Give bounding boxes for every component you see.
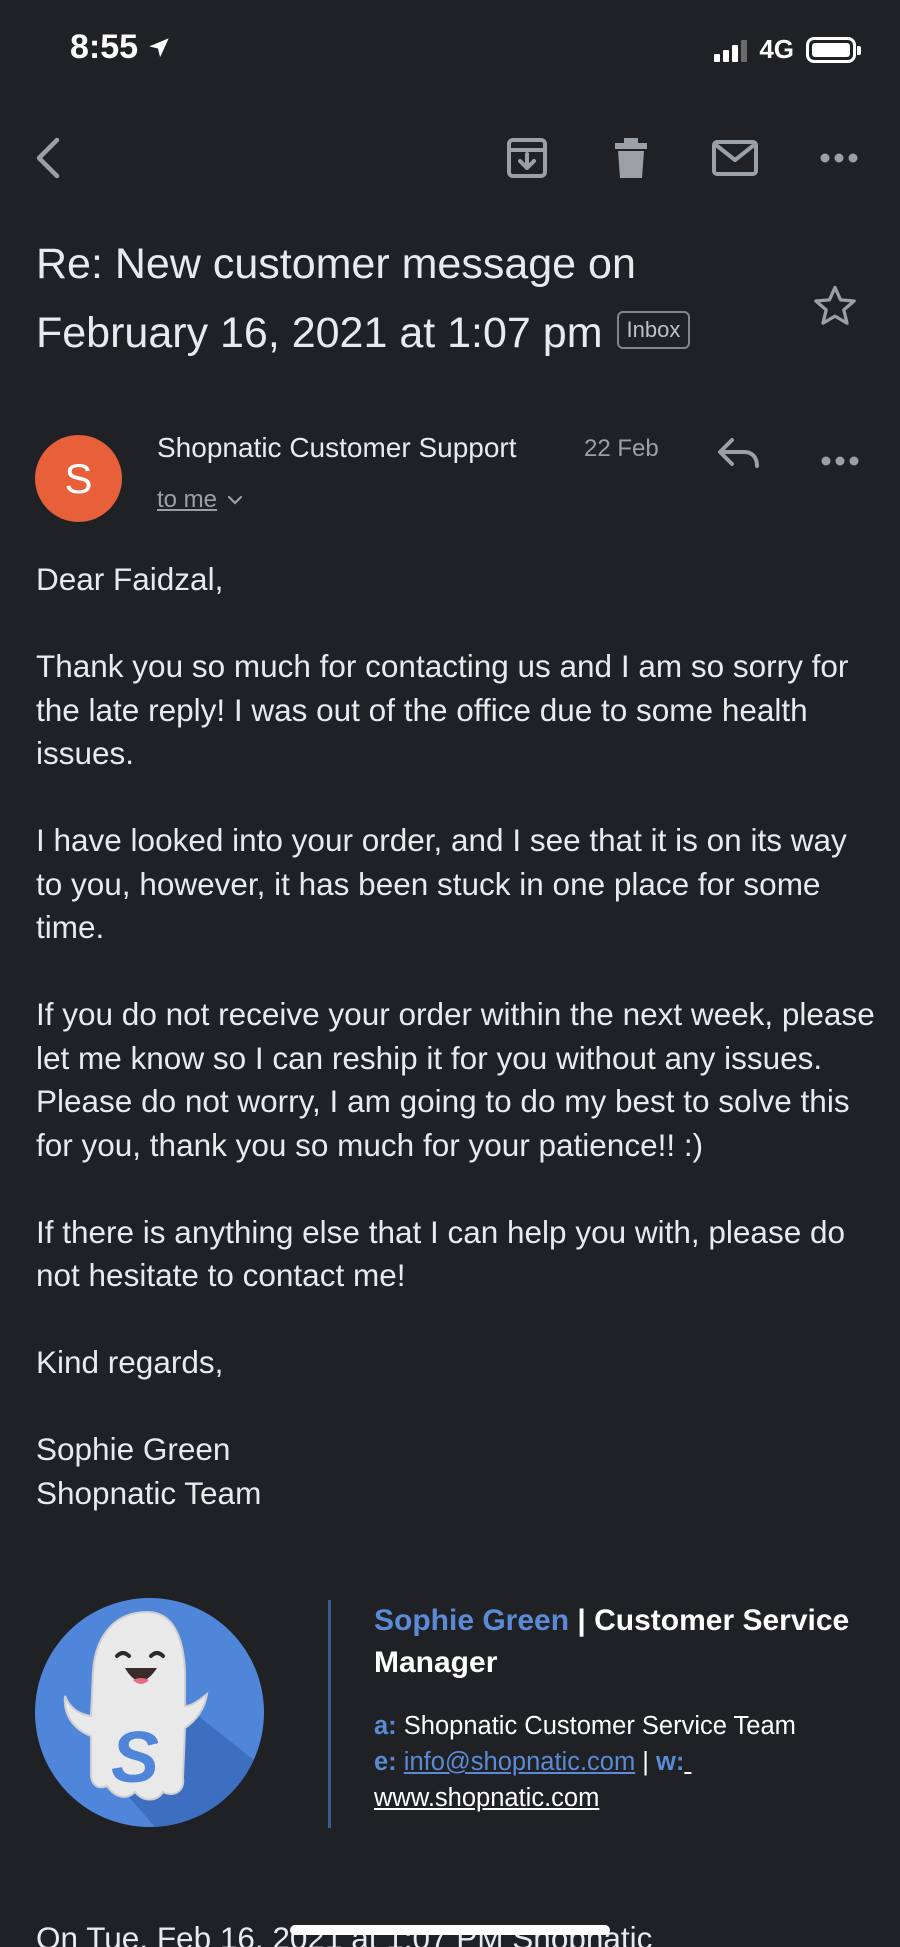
status-time: 8:55 [70, 28, 172, 67]
clock-text: 8:55 [70, 28, 139, 66]
back-button[interactable] [18, 128, 78, 188]
closing-team: Shopnatic Team [36, 1474, 262, 1511]
body-paragraph: Dear Faidzal, [36, 561, 224, 597]
signature-contact-line: e: info@shopnatic.com | w: [374, 1744, 874, 1780]
cellular-signal-icon [714, 38, 748, 62]
logo-letter: S [111, 1718, 159, 1798]
reply-icon [718, 438, 759, 468]
email-subject: Re: New customer message on February 16,… [36, 230, 816, 368]
signature-divider [328, 1600, 331, 1828]
recipient-label: to me [157, 486, 218, 513]
signature-name: Sophie Green [374, 1604, 570, 1637]
body-paragraph: If you do not receive your order within … [36, 996, 875, 1163]
email-link[interactable]: info@shopnatic.com [404, 1748, 635, 1776]
website-key: w: [656, 1748, 685, 1776]
location-arrow-icon [149, 37, 169, 57]
closing-name: Sophie Green [36, 1431, 231, 1467]
more-horizontal-icon [821, 456, 859, 466]
sender-avatar[interactable]: S [35, 435, 122, 522]
inbox-label-badge[interactable]: Inbox [616, 310, 691, 349]
signature-address-line: a: Shopnatic Customer Service Team [374, 1708, 874, 1744]
address-key: a: [374, 1712, 397, 1740]
signature-contact: a: Shopnatic Customer Service Team e: in… [374, 1708, 874, 1816]
body-paragraph: If there is anything else that I can hel… [36, 1213, 846, 1294]
sender-name: Shopnatic Customer Support [157, 432, 517, 463]
mark-unread-button[interactable] [705, 128, 765, 188]
body-paragraph: I have looked into your order, and I see… [36, 822, 847, 945]
subject-text: Re: New customer message on February 16,… [36, 240, 636, 357]
address-value: Shopnatic Customer Service Team [403, 1712, 796, 1740]
archive-button[interactable] [497, 128, 557, 188]
home-indicator[interactable] [290, 1925, 610, 1935]
chevron-down-icon [227, 495, 243, 505]
archive-icon [507, 138, 547, 178]
body-paragraph: Kind regards, [36, 1344, 224, 1380]
signature-ghost-logo: S [35, 1598, 264, 1827]
star-button[interactable] [812, 284, 858, 333]
recipient-details-toggle[interactable]: to me [157, 486, 243, 514]
trash-icon [615, 138, 647, 178]
signature-separator: | [569, 1604, 595, 1637]
more-options-button[interactable] [809, 128, 869, 188]
email-key: e: [374, 1748, 397, 1776]
reply-button[interactable] [716, 434, 762, 479]
message-more-button[interactable] [820, 454, 860, 472]
sender-date: 22 Feb [584, 435, 659, 462]
signature-title: Sophie Green | Customer Service Manager [374, 1600, 854, 1684]
more-horizontal-icon [820, 153, 858, 163]
contact-divider: | [635, 1748, 656, 1776]
back-arrow-icon [36, 137, 60, 179]
battery-icon [806, 36, 861, 63]
delete-button[interactable] [601, 128, 661, 188]
mail-icon [712, 140, 758, 176]
body-paragraph: Thank you so much for contacting us and … [36, 648, 849, 771]
network-type: 4G [759, 34, 794, 64]
status-indicators: 4G [714, 34, 861, 65]
email-body: Dear Faidzal, Thank you so much for cont… [36, 558, 876, 1515]
star-icon [814, 285, 856, 325]
website-link[interactable]: www.shopnatic.com [374, 1784, 599, 1812]
